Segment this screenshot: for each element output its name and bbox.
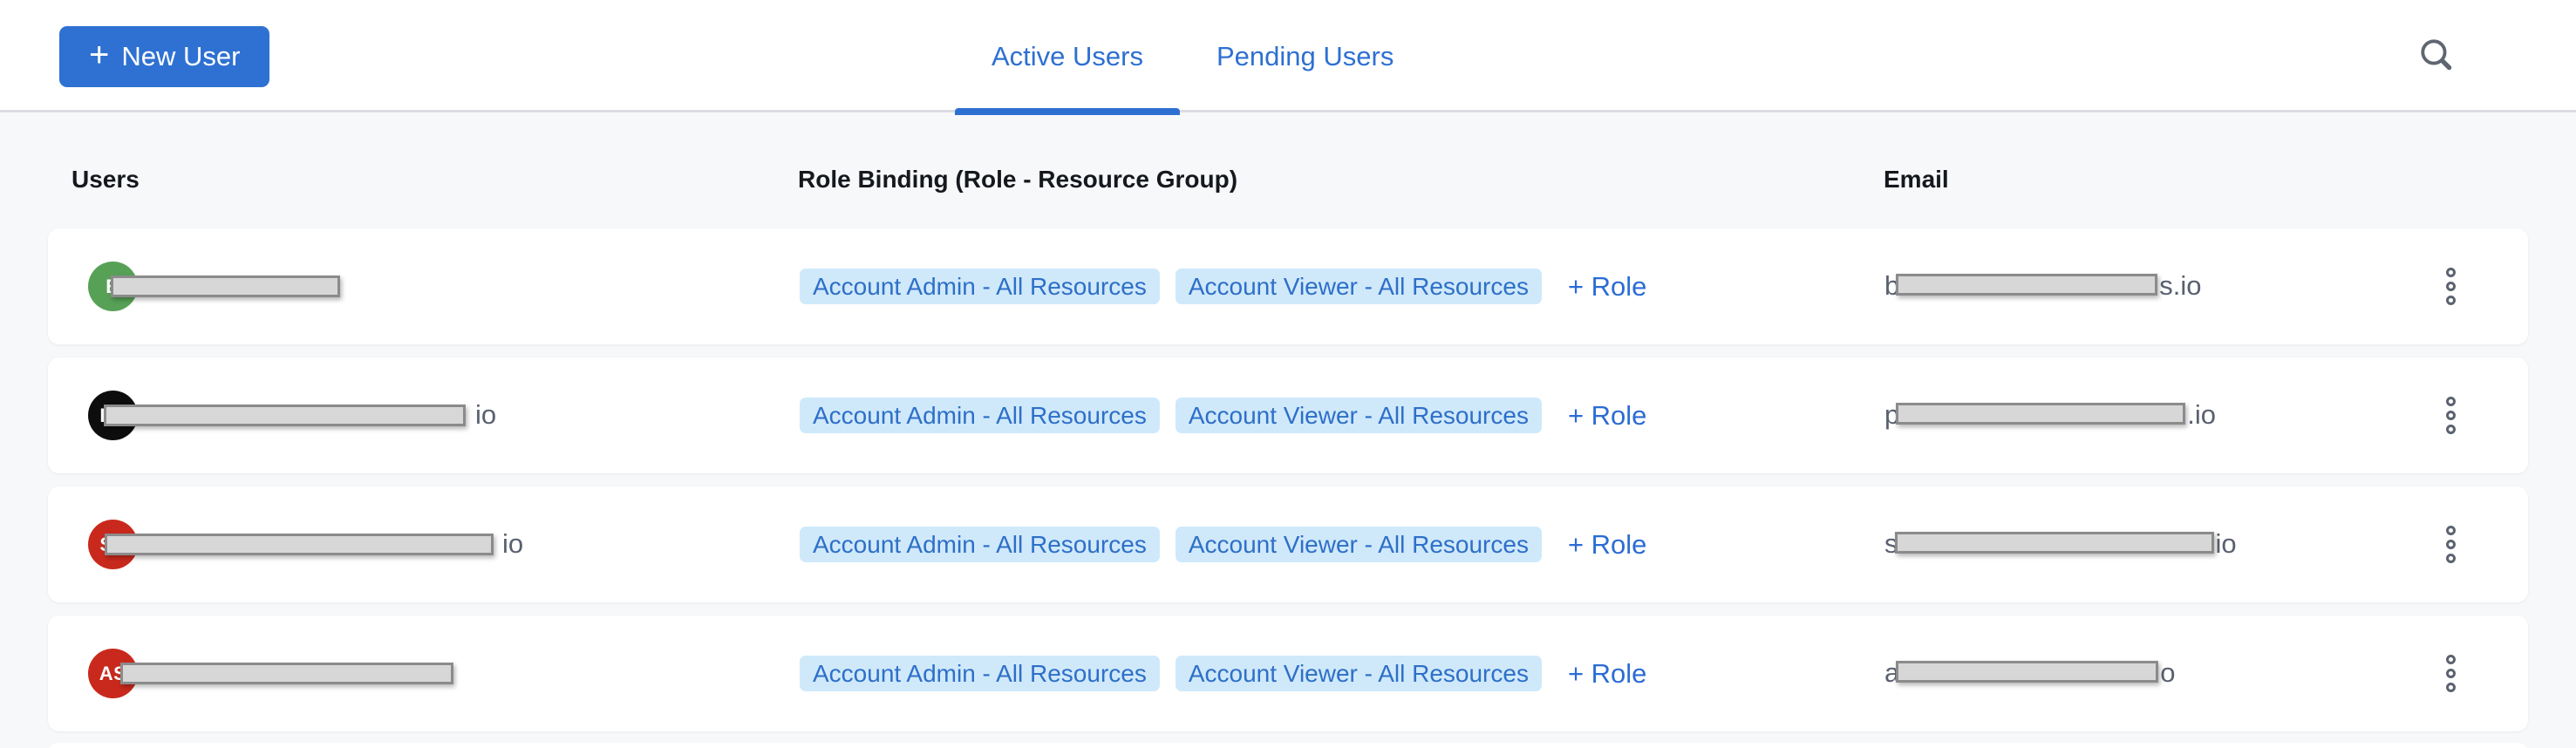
redacted-email-bar	[1895, 532, 2214, 554]
kebab-menu-icon	[2446, 282, 2456, 291]
table-row: B Account Admin - All Resources Account …	[48, 228, 2528, 344]
row-menu-button[interactable]	[2431, 260, 2470, 312]
email-visible-suffix: o	[2160, 657, 2175, 689]
tab-pending-users[interactable]: Pending Users	[1180, 0, 1430, 112]
email-visible-suffix: s.io	[2159, 270, 2201, 302]
role-badge: Account Viewer - All Resources	[1176, 269, 1542, 304]
name-visible-suffix: io	[475, 399, 496, 431]
new-user-button[interactable]: + New User	[59, 26, 269, 87]
kebab-menu-icon	[2446, 425, 2456, 434]
row-menu-button[interactable]	[2431, 518, 2470, 570]
email-cell: b s.io	[1884, 270, 2202, 302]
header-bar: + New User Active Users Pending Users	[0, 0, 2576, 112]
kebab-menu-icon	[2446, 526, 2456, 535]
redacted-name-bar	[111, 275, 340, 297]
role-badge: Account Admin - All Resources	[800, 398, 1160, 433]
row-menu-button[interactable]	[2431, 647, 2470, 699]
kebab-menu-icon	[2446, 268, 2456, 277]
tab-pending-users-label: Pending Users	[1216, 41, 1394, 72]
add-role-button[interactable]: + Role	[1568, 658, 1646, 690]
email-cell: p .io	[1884, 399, 2216, 431]
kebab-menu-icon	[2446, 411, 2456, 420]
role-badge: Account Viewer - All Resources	[1176, 656, 1542, 691]
plus-icon: +	[89, 37, 109, 72]
search-icon	[2416, 35, 2457, 75]
column-header-role-binding: Role Binding (Role - Resource Group)	[798, 166, 1237, 194]
kebab-menu-icon	[2446, 554, 2456, 563]
kebab-menu-icon	[2446, 655, 2456, 664]
table-row-partial	[48, 743, 2528, 748]
email-cell: a o	[1884, 657, 2176, 689]
table-row: SP io Account Admin - All Resources Acco…	[48, 486, 2528, 602]
email-visible-suffix: .io	[2187, 399, 2216, 431]
redacted-email-bar	[1896, 403, 2185, 425]
redacted-email-bar	[1896, 274, 2157, 296]
active-tab-underline	[955, 108, 1180, 115]
user-list: B Account Admin - All Resources Account …	[48, 228, 2528, 745]
tab-active-users[interactable]: Active Users	[955, 0, 1180, 112]
email-cell: s io	[1884, 528, 2237, 560]
row-menu-button[interactable]	[2431, 389, 2470, 441]
role-badge: Account Admin - All Resources	[800, 527, 1160, 562]
column-header-users: Users	[72, 166, 140, 194]
tab-active-users-label: Active Users	[992, 41, 1143, 72]
role-binding-cell: Account Admin - All Resources Account Vi…	[800, 527, 1646, 562]
tab-bar: Active Users Pending Users	[955, 0, 1430, 112]
name-visible-suffix: io	[502, 528, 523, 560]
add-role-button[interactable]: + Role	[1568, 271, 1646, 303]
new-user-button-label: New User	[121, 41, 240, 72]
role-binding-cell: Account Admin - All Resources Account Vi…	[800, 398, 1646, 433]
redacted-name-bar	[104, 405, 466, 426]
kebab-menu-icon	[2446, 683, 2456, 692]
role-binding-cell: Account Admin - All Resources Account Vi…	[800, 656, 1646, 691]
search-button[interactable]	[2410, 29, 2463, 81]
role-badge: Account Viewer - All Resources	[1176, 527, 1542, 562]
role-badge: Account Admin - All Resources	[800, 656, 1160, 691]
table-row: PP io Account Admin - All Resources Acco…	[48, 357, 2528, 473]
role-badge: Account Viewer - All Resources	[1176, 398, 1542, 433]
kebab-menu-icon	[2446, 540, 2456, 549]
email-visible-suffix: io	[2216, 528, 2237, 560]
redacted-email-bar	[1896, 661, 2158, 683]
kebab-menu-icon	[2446, 669, 2456, 678]
kebab-menu-icon	[2446, 296, 2456, 305]
role-binding-cell: Account Admin - All Resources Account Vi…	[800, 269, 1646, 304]
user-management-page: + New User Active Users Pending Users Us…	[0, 0, 2576, 748]
redacted-name-bar	[120, 663, 453, 684]
role-badge: Account Admin - All Resources	[800, 269, 1160, 304]
column-header-email: Email	[1884, 166, 1949, 194]
redacted-name-bar	[105, 534, 494, 555]
add-role-button[interactable]: + Role	[1568, 529, 1646, 561]
kebab-menu-icon	[2446, 397, 2456, 406]
table-row: AS Account Admin - All Resources Account…	[48, 615, 2528, 731]
add-role-button[interactable]: + Role	[1568, 400, 1646, 432]
